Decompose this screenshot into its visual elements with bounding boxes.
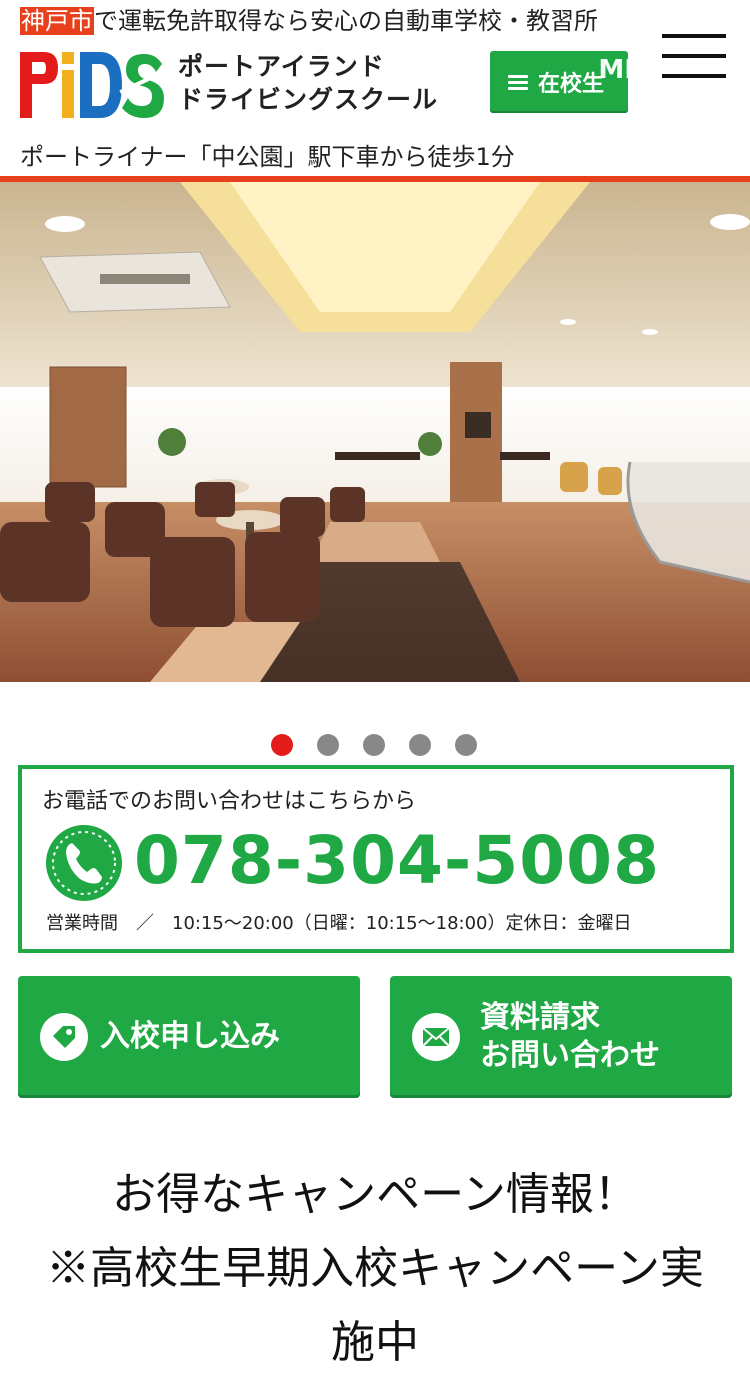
phone-number[interactable]: 078-304-5008 xyxy=(134,819,660,903)
hero-slide-image[interactable] xyxy=(0,182,750,682)
tagline-city-highlight: 神戸市 xyxy=(20,7,94,35)
tagline-text: で運転免許取得なら安心の自動車学校・教習所 xyxy=(94,7,598,35)
apply-button[interactable]: 入校申し込み xyxy=(18,976,360,1098)
logo-line-2: ドライビングスクール xyxy=(178,85,439,114)
hamburger-menu-icon[interactable] xyxy=(662,34,726,82)
campaign-line-2: ※高校生早期入校キャンペーン実 xyxy=(46,1243,704,1294)
tag-icon xyxy=(40,1013,88,1061)
student-menu-button[interactable]: 在校生 ME xyxy=(490,51,628,113)
phone-contact-box[interactable]: お電話でのお問い合わせはこちらから 078-304-5008 営業時間 ／ 10… xyxy=(18,765,734,953)
campaign-line-3: 施中 xyxy=(331,1317,419,1368)
slider-dot-3[interactable] xyxy=(363,734,385,756)
campaign-line-1: お得なキャンペーン情報！ xyxy=(112,1169,638,1220)
business-hours: 営業時間 ／ 10:15〜20:00（日曜：10:15〜18:00）定休日：金曜… xyxy=(46,913,632,934)
logo-line-1: ポートアイランド xyxy=(178,52,385,81)
site-logo[interactable]: ポートアイランド ドライビングスクール xyxy=(18,50,478,120)
logo-wordmark: ポートアイランド ドライビングスクール xyxy=(178,50,478,116)
documents-inquiry-label: 資料請求 お問い合わせ xyxy=(480,999,660,1075)
list-icon xyxy=(508,72,528,92)
site-tagline: 神戸市で運転免許取得なら安心の自動車学校・教習所 xyxy=(20,4,598,38)
menu-overlay-text: ME xyxy=(598,55,628,85)
slider-dot-2[interactable] xyxy=(317,734,339,756)
mail-icon xyxy=(412,1013,460,1061)
phone-heading: お電話でのお問い合わせはこちらから xyxy=(42,789,417,814)
student-button-label: 在校生 xyxy=(538,72,605,97)
telephone-icon xyxy=(46,825,122,901)
slider-dot-5[interactable] xyxy=(455,734,477,756)
slider-pagination xyxy=(271,734,501,756)
slider-dot-1[interactable] xyxy=(271,734,293,756)
pids-logo-mark xyxy=(20,52,165,118)
access-info: ポートライナー「中公園」駅下車から徒歩1分 xyxy=(20,143,515,171)
documents-line-2: お問い合わせ xyxy=(480,1038,660,1073)
documents-inquiry-button[interactable]: 資料請求 お問い合わせ xyxy=(390,976,732,1098)
apply-button-label: 入校申し込み xyxy=(100,1019,280,1054)
lobby-photo xyxy=(0,182,750,682)
slider-dot-4[interactable] xyxy=(409,734,431,756)
documents-line-1: 資料請求 xyxy=(480,1000,600,1035)
campaign-heading: お得なキャンペーン情報！ ※高校生早期入校キャンペーン実 施中 xyxy=(0,1158,750,1380)
